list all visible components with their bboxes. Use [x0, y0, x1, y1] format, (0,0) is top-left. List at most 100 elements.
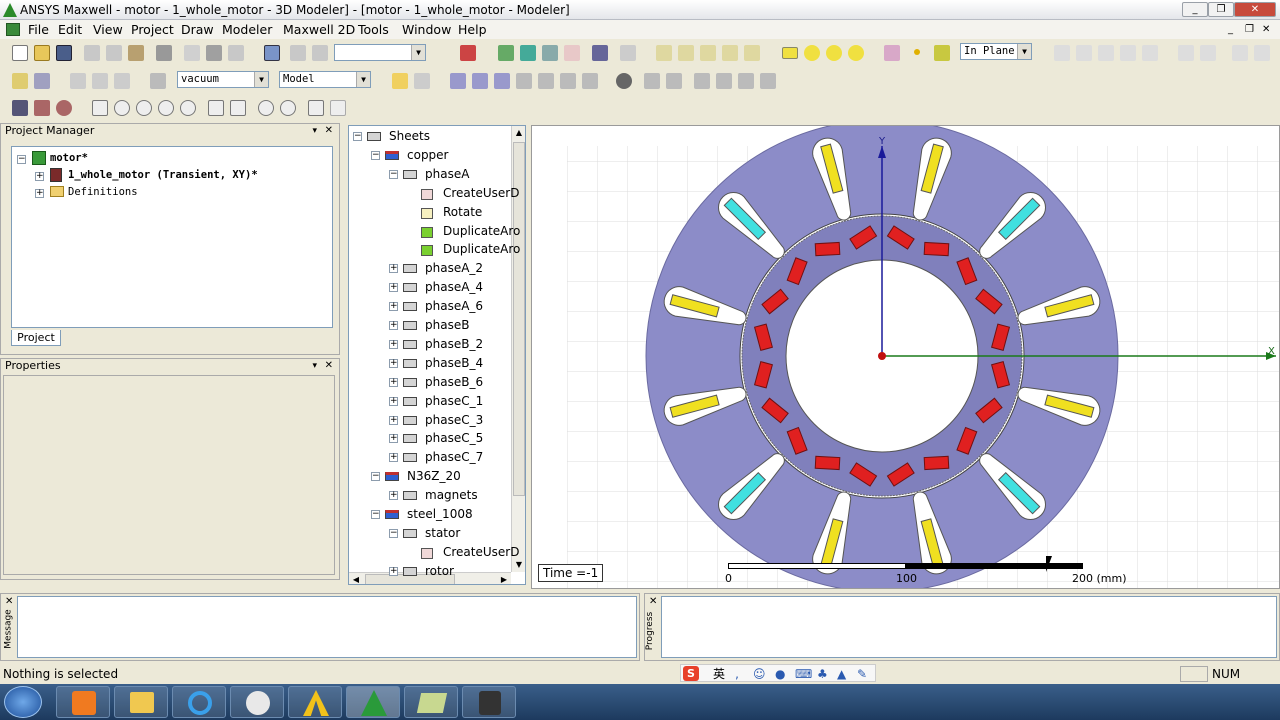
expand-toggle[interactable]: − — [17, 155, 26, 164]
expand-toggle[interactable]: − — [371, 510, 380, 519]
mdi-close[interactable]: ✕ — [1262, 20, 1270, 39]
mdi-restore[interactable]: ❐ — [1245, 20, 1254, 39]
expand-toggle[interactable]: + — [389, 264, 398, 274]
punct-icon[interactable]: ‚ — [735, 664, 739, 684]
menu-draw[interactable]: Draw — [181, 20, 214, 39]
object-cs-icon[interactable] — [494, 73, 510, 89]
expand-toggle[interactable]: − — [371, 472, 380, 482]
taskbar-tool-app[interactable] — [462, 686, 516, 718]
spline-icon[interactable] — [678, 45, 694, 61]
menu-tools[interactable]: Tools — [358, 20, 389, 39]
expand-toggle[interactable]: + — [389, 396, 398, 406]
expand-toggle[interactable]: − — [389, 169, 398, 179]
mic-icon[interactable]: ● — [775, 664, 785, 684]
taskbar-maxwell-app[interactable] — [346, 686, 400, 718]
plot-icon[interactable] — [564, 45, 580, 61]
project-tab[interactable]: Project — [11, 330, 61, 346]
plane-combo[interactable]: In Plane ▼ — [960, 43, 1032, 60]
model-canvas[interactable] — [532, 126, 1280, 589]
scale-icon[interactable] — [1232, 45, 1248, 61]
snap-icon[interactable] — [312, 45, 328, 61]
ellipse-icon[interactable] — [804, 45, 820, 61]
start-button[interactable] — [4, 686, 42, 718]
equation-curve-icon[interactable] — [744, 45, 760, 61]
arc-center-icon[interactable] — [722, 45, 738, 61]
split-icon[interactable] — [1142, 45, 1158, 61]
ime-language-indicator[interactable]: 英 — [713, 664, 725, 684]
modeler-viewport[interactable]: Time =-1 Y X 0 100 200 (mm) — [531, 125, 1280, 589]
validate-icon[interactable] — [498, 45, 514, 61]
rectangle-icon[interactable] — [782, 47, 798, 59]
boolean-subtract-icon[interactable] — [1076, 45, 1092, 61]
menu-edit[interactable]: Edit — [58, 20, 82, 39]
grid-icon[interactable] — [12, 100, 28, 116]
save-icon[interactable] — [56, 45, 72, 61]
assign-icon[interactable] — [70, 73, 86, 89]
check-icon[interactable] — [520, 45, 536, 61]
help-icon[interactable] — [12, 73, 28, 89]
skin-icon[interactable]: ♣ — [817, 664, 828, 684]
zoom-out-icon[interactable] — [280, 100, 296, 116]
expand-toggle[interactable]: + — [35, 172, 44, 181]
sweep-icon[interactable] — [1254, 45, 1270, 61]
move-cs-icon[interactable] — [516, 73, 532, 89]
magnet-shape[interactable] — [814, 241, 841, 257]
expand-toggle[interactable]: + — [389, 566, 398, 576]
taskbar-ansys-app[interactable] — [288, 686, 342, 718]
undo-view-icon[interactable] — [308, 100, 324, 116]
restore-button[interactable]: ❐ — [1208, 2, 1234, 17]
expand-toggle[interactable]: − — [353, 132, 362, 141]
circle-icon[interactable] — [826, 45, 842, 61]
render-4-icon[interactable] — [716, 73, 732, 89]
render-icon[interactable] — [644, 73, 660, 89]
expand-toggle[interactable]: + — [35, 189, 44, 198]
wrench-icon[interactable]: ✎ — [857, 664, 867, 684]
context-help-icon[interactable] — [34, 73, 50, 89]
print-icon[interactable] — [156, 45, 172, 61]
assign-3-icon[interactable] — [114, 73, 130, 89]
expand-toggle[interactable]: + — [389, 283, 398, 293]
render-3-icon[interactable] — [694, 73, 710, 89]
magnet-shape[interactable] — [923, 455, 950, 471]
expand-toggle[interactable]: + — [389, 434, 398, 444]
taskbar-pdf-app[interactable] — [56, 686, 110, 718]
expand-toggle[interactable]: + — [389, 377, 398, 387]
fields-icon[interactable] — [592, 45, 608, 61]
layout-icon[interactable] — [620, 45, 636, 61]
magnet-shape[interactable] — [814, 455, 841, 471]
shirt-icon[interactable]: ▲ — [837, 664, 846, 684]
emoji-icon[interactable]: ☺ — [753, 664, 766, 684]
coordinate-system-icon[interactable] — [392, 73, 408, 89]
menu-project[interactable]: Project — [131, 20, 174, 39]
undo-icon[interactable] — [206, 45, 222, 61]
scroll-up[interactable]: ▲ — [512, 126, 525, 140]
imprint-icon[interactable] — [1120, 45, 1136, 61]
definitions-item[interactable]: Definitions — [68, 186, 138, 198]
zoom-in-icon[interactable] — [258, 100, 274, 116]
move-icon[interactable] — [290, 45, 306, 61]
paste-icon[interactable] — [128, 45, 144, 61]
pm-close-icon[interactable]: ✕ — [325, 124, 333, 138]
expand-toggle[interactable]: + — [389, 302, 398, 312]
matrix-icon[interactable] — [34, 100, 50, 116]
render-5-icon[interactable] — [738, 73, 754, 89]
progress-close-icon[interactable]: ✕ — [649, 596, 657, 607]
expand-toggle[interactable]: + — [389, 491, 398, 501]
material-combo[interactable]: vacuum ▼ — [177, 71, 269, 88]
face-cs-icon[interactable] — [450, 73, 466, 89]
rotate-cs-icon[interactable] — [538, 73, 554, 89]
origin-marker[interactable] — [878, 352, 886, 360]
render-2-icon[interactable] — [666, 73, 682, 89]
ime-toolbar[interactable]: S 英 ‚ ☺ ● ⌨ ♣ ▲ ✎ — [680, 664, 876, 682]
redo-view-icon[interactable] — [330, 100, 346, 116]
close-button[interactable]: ✕ — [1234, 2, 1276, 17]
view-icon[interactable] — [616, 73, 632, 89]
menu-file[interactable]: File — [28, 20, 49, 39]
arc-icon[interactable] — [700, 45, 716, 61]
polygon-icon[interactable] — [848, 45, 864, 61]
plane-icon[interactable] — [934, 45, 950, 61]
material-icon[interactable] — [150, 73, 166, 89]
expand-toggle[interactable]: + — [389, 415, 398, 425]
expand-toggle[interactable]: − — [389, 528, 398, 538]
copy-icon[interactable] — [106, 45, 122, 61]
